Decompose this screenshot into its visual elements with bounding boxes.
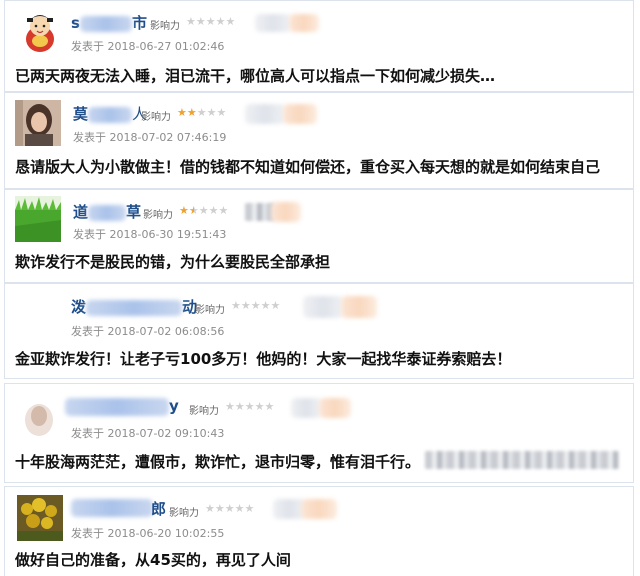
avatar[interactable]	[17, 495, 63, 541]
username[interactable]: y	[169, 397, 179, 415]
comment-text: 已两天两夜无法入睡，泪已流干，哪位高人可以指点一下如何减少损失…	[15, 67, 496, 85]
comment-card: 泼动 影响力 ★★★★★ 发表于 2018-07-02 06:08:56 金亚欺…	[4, 283, 634, 379]
rating-stars: ★★★★★	[205, 502, 255, 515]
comment-card: 莫人 影响力 ★★★★★ 发表于 2018-07-02 07:46:19 恳请版…	[4, 92, 634, 189]
username[interactable]: 泼动	[71, 296, 197, 317]
flowers-avatar-icon	[17, 495, 63, 541]
rating-stars: ★★★★★	[179, 204, 229, 217]
blurred-badge	[341, 296, 377, 318]
influence-label: 影响力	[143, 210, 173, 221]
blurred-username	[79, 15, 132, 32]
rating-stars: ★★★★★	[177, 106, 227, 119]
username[interactable]: 莫人	[73, 103, 147, 124]
avatar[interactable]	[15, 196, 61, 242]
blurred-username[interactable]	[65, 398, 169, 416]
blurred-text	[425, 451, 619, 469]
blurred-avatar-icon	[17, 394, 63, 440]
comment-card: s市 影响力 ★★★★★ 发表于 2018-06-27 01:02:46 已两天…	[4, 0, 634, 92]
blurred-badge	[303, 296, 343, 318]
comment-card: 郎 影响力 ★★★★★ 发表于 2018-06-20 10:02:55 做好自己…	[4, 486, 634, 576]
blurred-badge	[271, 202, 301, 222]
post-date: 发表于 2018-07-02 09:10:43	[71, 427, 225, 440]
comment-text: 做好自己的准备，从45买的，再见了人间	[15, 551, 291, 569]
comment-card: 道草 影响力 ★★★★★ 发表于 2018-06-30 19:51:43 欺诈发…	[4, 189, 634, 283]
blurred-badge	[255, 14, 291, 32]
username[interactable]: 道草	[73, 201, 141, 222]
rating-stars: ★★★★★	[225, 400, 275, 413]
photo-avatar-icon	[15, 100, 61, 146]
avatar[interactable]	[17, 394, 63, 440]
blurred-badge	[283, 104, 317, 124]
post-date: 发表于 2018-06-20 10:02:55	[71, 527, 225, 540]
influence-label: 影响力	[169, 508, 199, 519]
blurred-username	[88, 106, 133, 123]
comment-text: 恳请版大人为小散做主！借的钱都不知道如何偿还，重仓买入每天想的就是如何结束自己	[15, 158, 601, 176]
post-date: 发表于 2018-06-30 19:51:43	[73, 228, 227, 241]
blurred-badge	[319, 398, 351, 418]
influence-label: 影响力	[141, 112, 171, 123]
post-date: 发表于 2018-07-02 06:08:56	[71, 325, 225, 338]
comment-text: 欺诈发行不是股民的错，为什么要股民全部承担	[15, 253, 331, 271]
blurred-username	[86, 299, 183, 316]
avatar[interactable]	[15, 100, 61, 146]
influence-label: 影响力	[189, 406, 219, 417]
rating-stars: ★★★★★	[186, 15, 236, 28]
comment-card: y 影响力 ★★★★★ 发表于 2018-07-02 09:10:43 十年股海…	[4, 383, 634, 483]
influence-label: 影响力	[195, 305, 225, 316]
blurred-username	[88, 204, 127, 221]
avatar[interactable]	[17, 9, 63, 55]
blurred-badge	[301, 499, 337, 519]
blurred-badge	[291, 398, 321, 418]
post-date: 发表于 2018-07-02 07:46:19	[73, 131, 227, 144]
cartoon-avatar-icon	[17, 9, 63, 55]
username[interactable]: s市	[71, 12, 147, 33]
blurred-badge	[289, 14, 319, 32]
comment-text: 十年股海两茫茫，遭假市，欺诈忙，退市归零，惟有泪千行。	[15, 453, 421, 471]
post-date: 发表于 2018-06-27 01:02:46	[71, 40, 225, 53]
influence-label: 影响力	[150, 21, 180, 32]
rating-stars: ★★★★★	[231, 299, 281, 312]
grass-avatar-icon	[15, 196, 61, 242]
username[interactable]: 郎	[151, 498, 166, 519]
blurred-badge	[245, 104, 285, 124]
comment-text: 金亚欺诈发行！让老子亏100多万！他妈的！大家一起找华泰证券索赔去！	[15, 350, 512, 368]
blurred-username[interactable]	[71, 499, 153, 517]
